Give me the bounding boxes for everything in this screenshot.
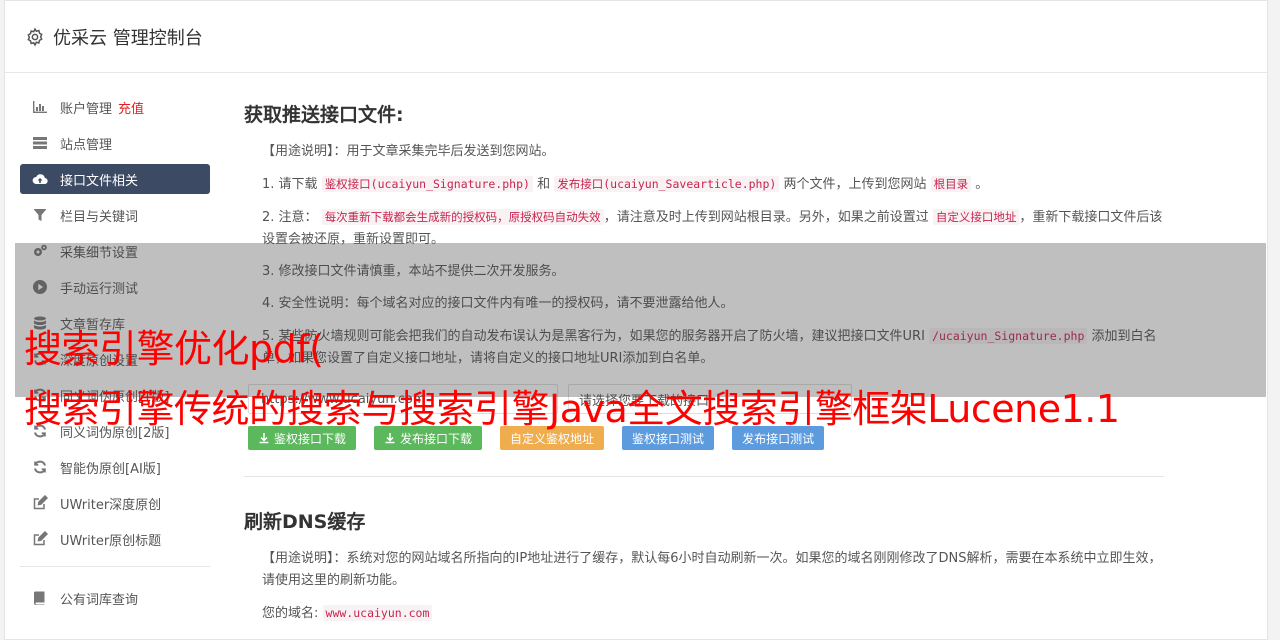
watermark-overlay bbox=[15, 243, 1266, 397]
custom-endpoint-label: 自定义接口地址 bbox=[932, 209, 1020, 225]
dns-section-title: 刷新DNS缓存 bbox=[244, 511, 366, 533]
watermark-title-line-1: 搜索引擎优化pdf( bbox=[24, 327, 324, 371]
push-step-1: 1. 请下载 鉴权接口(ucaiyun_Signature.php) 和 发布接… bbox=[262, 173, 1164, 196]
sidebar-divider bbox=[20, 566, 210, 567]
step1-mid: 两个文件，上传到您网站 bbox=[783, 177, 927, 192]
custom-signature-label: 自定义鉴权地址 bbox=[510, 431, 595, 446]
test-publish-label: 发布接口测试 bbox=[742, 431, 815, 446]
step2-mid: ，请注意及时上传到网站根目录。另外，如果之前设置过 bbox=[603, 210, 929, 225]
sidebar-item-label: UWriter原创标题 bbox=[60, 533, 162, 549]
edit-icon bbox=[33, 495, 48, 510]
sidebar-item-uwriter-title[interactable]: UWriter原创标题 bbox=[20, 524, 210, 554]
sidebar-item-interface-files[interactable]: 接口文件相关 bbox=[20, 164, 210, 194]
signature-file-name: 鉴权接口(ucaiyun_Signature.php) bbox=[321, 176, 533, 192]
dns-usage: 【用途说明】：系统对您的网站域名所指向的IP地址进行了缓存，默认每6小时自动刷新… bbox=[262, 548, 1164, 592]
sidebar-item-uwriter-deep[interactable]: UWriter深度原创 bbox=[20, 488, 210, 518]
download-signature-label: 鉴权接口下载 bbox=[274, 431, 347, 446]
edit-icon bbox=[33, 531, 48, 546]
filter-icon bbox=[33, 209, 47, 221]
usage-label: 【用途说明】 bbox=[262, 144, 334, 159]
usage-text: ：系统对您的网站域名所指向的IP地址进行了缓存，默认每6小时自动刷新一次。如果您… bbox=[262, 551, 1162, 588]
recharge-link[interactable]: 充值 bbox=[118, 98, 144, 117]
push-section-title: 获取推送接口文件: bbox=[244, 104, 404, 126]
refresh-icon bbox=[34, 460, 46, 474]
sidebar-item-categories[interactable]: 栏目与关键词 bbox=[20, 200, 210, 230]
sidebar-item-label: 公有词库查询 bbox=[60, 592, 139, 608]
sidebar-item-label: UWriter深度原创 bbox=[60, 497, 162, 513]
usage-text: ：用于文章采集完毕后发送到您网站。 bbox=[333, 144, 555, 159]
download-icon bbox=[385, 433, 395, 444]
watermark-title-line-2: 搜索引擎传统的搜索与搜索引擎Java全文搜索引擎框架Lucene1.1 bbox=[24, 387, 1120, 431]
gear-icon bbox=[27, 27, 43, 46]
push-usage: 【用途说明】：用于文章采集完毕后发送到您网站。 bbox=[262, 141, 1164, 163]
console-header: 优采云 管理控制台 bbox=[5, 1, 1267, 73]
section-divider bbox=[244, 476, 1164, 477]
usage-label: 【用途说明】 bbox=[262, 551, 334, 566]
download-publish-label: 发布接口下载 bbox=[400, 431, 473, 446]
book-icon bbox=[33, 591, 45, 605]
sidebar-item-account[interactable]: 账户管理 充值 bbox=[20, 92, 210, 122]
bar-chart-icon bbox=[33, 101, 47, 113]
sidebar-item-public-dictionary[interactable]: 公有词库查询 bbox=[20, 583, 210, 613]
sidebar-item-label: 接口文件相关 bbox=[60, 173, 139, 189]
step2-prefix: 2. 注意： bbox=[262, 210, 318, 225]
regenerate-warning: 每次重新下载都会生成新的授权码，原授权码自动失效 bbox=[321, 209, 604, 225]
console-title: 优采云 管理控制台 bbox=[53, 27, 203, 49]
domain-value: www.ucaiyun.com bbox=[322, 605, 433, 621]
sidebar-item-label: 智能伪原创[AI版] bbox=[60, 461, 161, 477]
step1-end: 。 bbox=[975, 177, 989, 192]
sidebar-item-label: 账户管理 bbox=[60, 101, 113, 117]
sidebar-item-ai-rewrite[interactable]: 智能伪原创[AI版] bbox=[20, 452, 210, 482]
server-icon bbox=[33, 137, 47, 149]
step1-prefix: 1. 请下载 bbox=[262, 177, 318, 192]
dns-domain: 您的域名: www.ucaiyun.com bbox=[262, 602, 1164, 625]
test-signature-label: 鉴权接口测试 bbox=[632, 431, 705, 446]
sidebar-item-label: 站点管理 bbox=[60, 137, 113, 153]
sidebar-item-sites[interactable]: 站点管理 bbox=[20, 128, 210, 158]
savearticle-file-name: 发布接口(ucaiyun_Savearticle.php) bbox=[554, 176, 780, 192]
root-dir-label: 根目录 bbox=[930, 176, 972, 192]
cloud-upload-icon bbox=[32, 174, 48, 185]
domain-label: 您的域名: bbox=[262, 606, 319, 621]
sidebar-item-label: 栏目与关键词 bbox=[60, 209, 139, 225]
step1-and: 和 bbox=[537, 177, 551, 192]
download-icon bbox=[259, 433, 269, 444]
